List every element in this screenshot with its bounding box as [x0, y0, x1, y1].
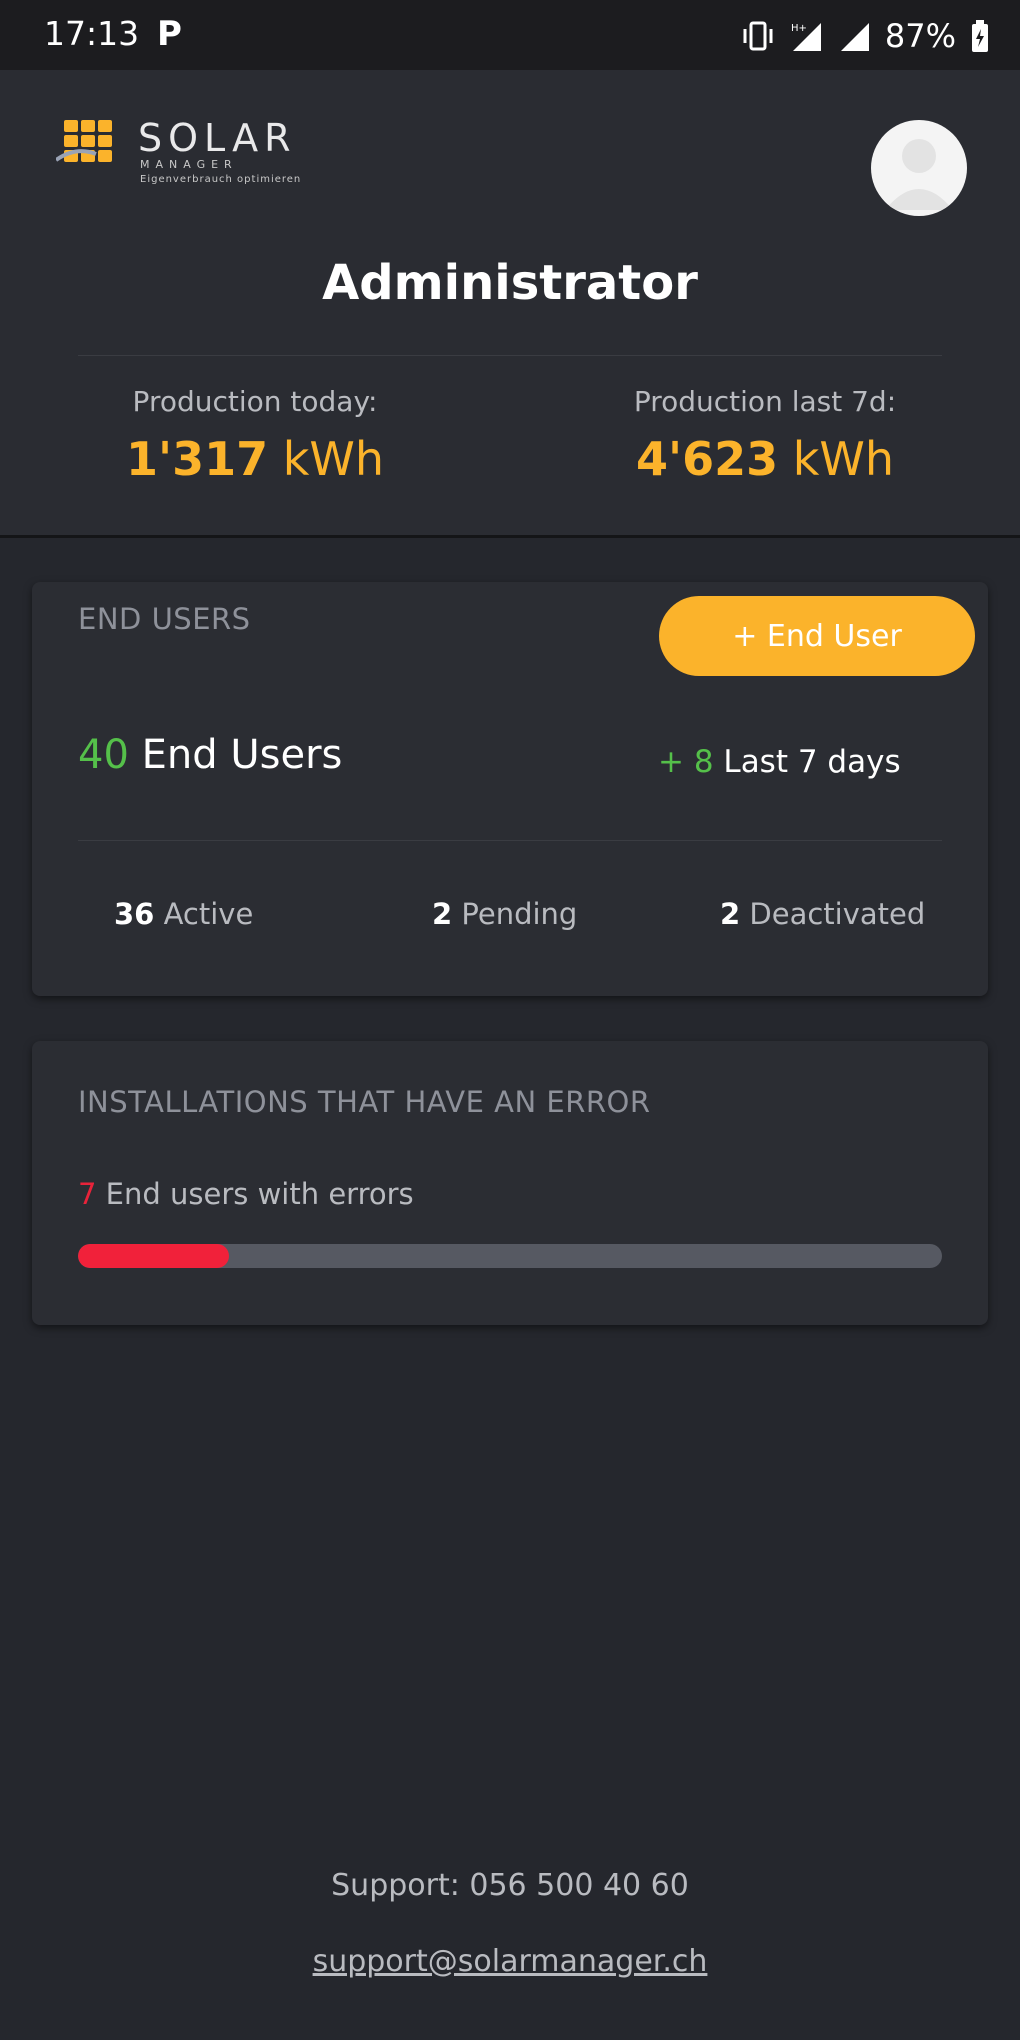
signal-icon: [840, 23, 869, 51]
battery-percent: 87%: [884, 17, 956, 55]
solar-manager-logo: SOLAR MANAGER Eigenverbrauch optimieren: [56, 116, 356, 186]
header: SOLAR MANAGER Eigenverbrauch optimieren …: [0, 70, 1020, 538]
production-7d-unit: kWh: [778, 432, 895, 486]
errors-label: End users with errors: [96, 1177, 414, 1211]
page-title: Administrator: [322, 255, 698, 311]
new-end-users-label: Last 7 days: [713, 744, 901, 780]
production-today: Production today: 1'317 kWh: [45, 385, 465, 486]
signal-icon: H+: [791, 23, 821, 51]
solar-panel-icon: [56, 120, 112, 162]
production-today-number: 1'317: [125, 432, 269, 486]
svg-text:H+: H+: [791, 23, 807, 34]
deactivated-label: Deactivated: [740, 897, 926, 931]
errors-card[interactable]: INSTALLATIONS THAT HAVE AN ERROR 7 End u…: [32, 1041, 988, 1325]
end-users-title: END USERS: [78, 602, 251, 636]
card-divider: [78, 840, 942, 841]
new-end-users[interactable]: + 8 Last 7 days: [658, 744, 901, 780]
battery-icon: [972, 20, 988, 52]
production-7d-value: 4'623 kWh: [555, 432, 975, 486]
logo-title: SOLAR: [138, 116, 297, 160]
status-icons: H+ 87%: [741, 16, 990, 56]
active-label: Active: [154, 897, 254, 931]
support-phone[interactable]: Support: 056 500 40 60: [0, 1868, 1020, 1903]
errors-progress-bar: [78, 1244, 942, 1268]
new-end-users-count: + 8: [658, 744, 714, 780]
add-end-user-button[interactable]: + End User: [659, 596, 975, 676]
pending-label: Pending: [452, 897, 578, 931]
active-users[interactable]: 36 Active: [114, 897, 253, 931]
deactivated-users[interactable]: 2 Deactivated: [720, 897, 925, 931]
avatar[interactable]: [871, 120, 967, 216]
production-today-label: Production today:: [132, 385, 378, 418]
vibrate-icon: [743, 21, 773, 51]
pending-count: 2: [432, 897, 453, 931]
production-7d-label: Production last 7d:: [633, 385, 897, 418]
pending-users[interactable]: 2 Pending: [432, 897, 577, 931]
active-count: 36: [114, 897, 155, 931]
parking-icon: P: [157, 14, 182, 54]
total-end-users-count: 40: [78, 732, 129, 778]
errors-title: INSTALLATIONS THAT HAVE AN ERROR: [78, 1085, 651, 1119]
end-users-card: END USERS + End User 40 End Users + 8 La…: [32, 582, 988, 996]
errors-progress-fill: [78, 1244, 230, 1268]
production-7d-number: 4'623: [635, 432, 779, 486]
logo-tagline: Eigenverbrauch optimieren: [140, 174, 302, 185]
production-today-unit: kWh: [268, 432, 385, 486]
logo-subtitle: MANAGER: [140, 158, 238, 171]
production-7d: Production last 7d: 4'623 kWh: [555, 385, 975, 486]
production-today-value: 1'317 kWh: [45, 432, 465, 486]
errors-summary: 7 End users with errors: [78, 1177, 414, 1211]
status-time: 17:13: [44, 14, 140, 53]
total-end-users[interactable]: 40 End Users: [78, 732, 342, 778]
deactivated-count: 2: [720, 897, 741, 931]
total-end-users-label: End Users: [128, 732, 343, 778]
support-email-link[interactable]: support@solarmanager.ch: [313, 1944, 708, 1979]
user-icon: [885, 139, 953, 210]
errors-count: 7: [78, 1177, 97, 1211]
header-divider: [78, 355, 942, 356]
status-bar: 17:13 P H+ 87%: [0, 0, 1020, 70]
support-email-wrap: support@solarmanager.ch: [0, 1944, 1020, 1979]
